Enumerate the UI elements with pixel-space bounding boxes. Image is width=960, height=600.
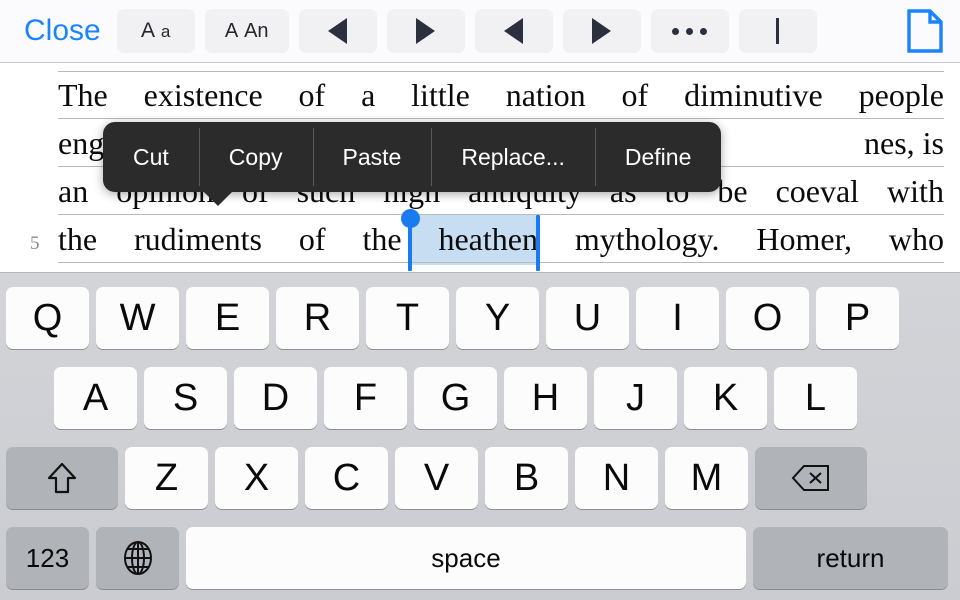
word: people xyxy=(858,77,944,113)
key-r[interactable]: R xyxy=(276,287,359,349)
ellipsis-icon xyxy=(672,27,708,35)
document-page-icon xyxy=(907,9,943,53)
delete-key[interactable] xyxy=(755,447,867,509)
cut-menu-item[interactable]: Cut xyxy=(103,122,199,192)
word: the xyxy=(362,221,402,257)
word: coeval xyxy=(775,173,860,209)
text-edit-context-menu: Cut Copy Paste Replace... Define xyxy=(103,122,722,206)
word: of xyxy=(298,221,326,257)
key-j[interactable]: J xyxy=(594,367,677,429)
space-key[interactable]: space xyxy=(186,527,746,589)
word: nes, is xyxy=(864,125,944,161)
copy-menu-item[interactable]: Copy xyxy=(198,122,313,192)
word: be xyxy=(717,173,748,209)
triangle-right-icon xyxy=(592,18,612,44)
document-line-1: The existence of a little nation of dimi… xyxy=(58,71,944,119)
key-f[interactable]: F xyxy=(324,367,407,429)
key-l[interactable]: L xyxy=(774,367,857,429)
key-i[interactable]: I xyxy=(636,287,719,349)
next-match-button[interactable] xyxy=(562,9,641,53)
key-z[interactable]: Z xyxy=(125,447,208,509)
keyboard-row-3: Z X C V B N M xyxy=(0,447,960,509)
word: eng xyxy=(58,125,105,161)
key-x[interactable]: X xyxy=(215,447,298,509)
selected-word[interactable]: heathen xyxy=(438,221,538,258)
triangle-right-icon xyxy=(416,18,436,44)
close-button[interactable]: Close xyxy=(0,16,117,46)
triangle-left-icon xyxy=(328,18,348,44)
key-o[interactable]: O xyxy=(726,287,809,349)
decrease-font-size-button[interactable]: A a xyxy=(116,9,195,53)
word: a xyxy=(361,77,376,113)
previous-page-button[interactable] xyxy=(298,9,377,53)
selection-handle-end-bar[interactable] xyxy=(536,215,540,271)
key-b[interactable]: B xyxy=(485,447,568,509)
key-w[interactable]: W xyxy=(96,287,179,349)
key-h[interactable]: H xyxy=(504,367,587,429)
key-m[interactable]: M xyxy=(665,447,748,509)
previous-match-button[interactable] xyxy=(474,9,553,53)
word: rudiments xyxy=(134,221,262,257)
word: Homer, xyxy=(756,221,852,257)
word: mythology. xyxy=(574,221,720,257)
word: with xyxy=(887,173,944,209)
key-y[interactable]: Y xyxy=(456,287,539,349)
word: diminutive xyxy=(684,77,823,113)
decrease-font-size-label: A a xyxy=(141,19,171,42)
key-n[interactable]: N xyxy=(575,447,658,509)
word: the xyxy=(58,221,98,257)
word: nation xyxy=(505,77,586,113)
line-number: 5 xyxy=(30,233,40,254)
word: The xyxy=(58,77,108,113)
replace-menu-item[interactable]: Replace... xyxy=(431,122,595,192)
next-page-button[interactable] xyxy=(386,9,465,53)
key-q[interactable]: Q xyxy=(6,287,89,349)
reader-app-screen: Close A a A An The existence of a little… xyxy=(0,0,960,600)
define-menu-item[interactable]: Define xyxy=(594,122,721,192)
text-cursor-icon xyxy=(776,18,780,44)
key-p[interactable]: P xyxy=(816,287,899,349)
document-button[interactable] xyxy=(890,6,960,56)
key-t[interactable]: T xyxy=(366,287,449,349)
paste-menu-item[interactable]: Paste xyxy=(312,122,432,192)
word: who xyxy=(888,221,944,257)
key-a[interactable]: A xyxy=(54,367,137,429)
increase-font-size-button[interactable]: A An xyxy=(204,9,289,53)
triangle-left-icon xyxy=(504,18,524,44)
globe-language-key[interactable] xyxy=(96,527,179,589)
word: existence xyxy=(143,77,263,113)
word: of xyxy=(621,77,649,113)
increase-font-size-label: A An xyxy=(224,20,269,42)
text-cursor-button[interactable] xyxy=(738,9,817,53)
key-s[interactable]: S xyxy=(144,367,227,429)
document-line-4: the rudiments of the heathen mythology. … xyxy=(58,215,944,263)
top-toolbar: Close A a A An xyxy=(0,0,960,63)
keyboard-row-4: 123 space return xyxy=(0,527,960,589)
key-c[interactable]: C xyxy=(305,447,388,509)
return-key[interactable]: return xyxy=(753,527,948,589)
word: an xyxy=(58,173,89,209)
key-e[interactable]: E xyxy=(186,287,269,349)
key-d[interactable]: D xyxy=(234,367,317,429)
key-v[interactable]: V xyxy=(395,447,478,509)
context-menu-pointer-arrow xyxy=(203,191,233,206)
keyboard-row-2: A S D F G H J K L xyxy=(0,367,960,429)
keyboard-row-1: Q W E R T Y U I O P xyxy=(0,287,960,349)
word: of xyxy=(298,77,326,113)
key-k[interactable]: K xyxy=(684,367,767,429)
selection-handle-start-knob[interactable] xyxy=(401,209,420,228)
shift-key[interactable] xyxy=(6,447,118,509)
key-u[interactable]: U xyxy=(546,287,629,349)
onscreen-keyboard: Q W E R T Y U I O P A S D F G H J K L Z … xyxy=(0,272,960,600)
more-options-button[interactable] xyxy=(650,9,729,53)
shift-arrow-icon xyxy=(47,461,77,495)
globe-language-icon xyxy=(121,540,155,576)
word: little xyxy=(411,77,470,113)
backspace-delete-icon xyxy=(791,464,831,492)
numeric-keyboard-key[interactable]: 123 xyxy=(6,527,89,589)
key-g[interactable]: G xyxy=(414,367,497,429)
